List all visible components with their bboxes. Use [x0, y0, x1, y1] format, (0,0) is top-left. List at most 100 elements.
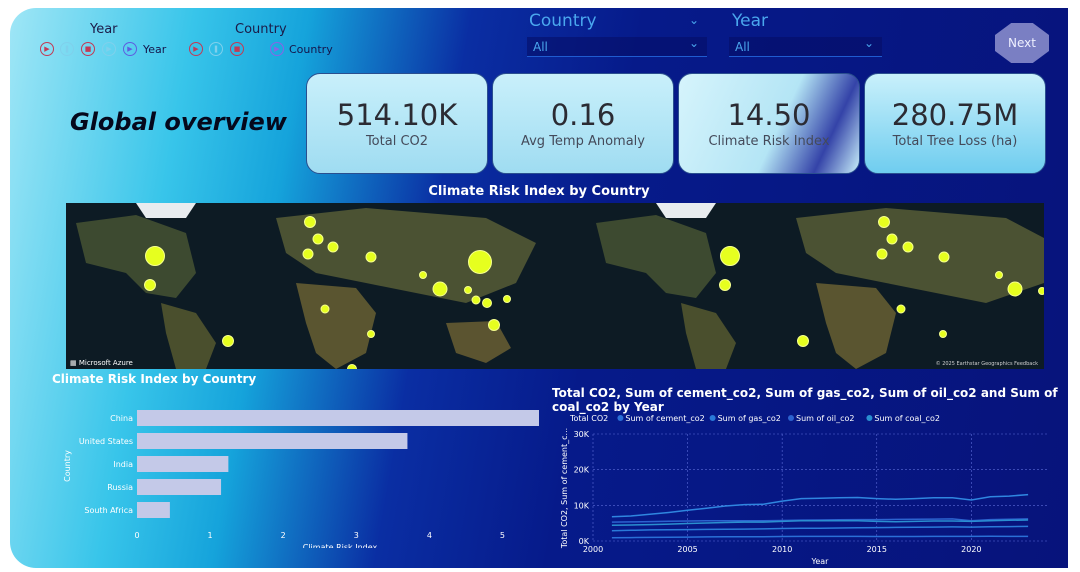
year-dropdown[interactable]: All: [729, 37, 882, 57]
map-bubble[interactable]: [720, 246, 740, 266]
next-button[interactable]: Next: [995, 23, 1049, 63]
series-line[interactable]: [611, 493, 1029, 518]
series-line[interactable]: [611, 535, 1029, 539]
map-bubble[interactable]: [464, 286, 472, 294]
line-chart[interactable]: Total CO2 Sum of cement_co2 Sum of gas_co2…: [550, 403, 1055, 565]
map-bubble[interactable]: [939, 330, 947, 338]
world-map-image: [66, 203, 1044, 369]
kpi-value: 514.10K: [336, 98, 458, 132]
series-line[interactable]: [611, 525, 1029, 532]
bar-category-label: India: [113, 460, 133, 469]
chevron-down-icon[interactable]: ⌄: [689, 36, 699, 50]
bar-chart-title: Climate Risk Index by Country: [52, 372, 257, 386]
kpi-label: Total Tree Loss (ha): [892, 134, 1018, 149]
kpi-card-total-co2: 514.10K Total CO2: [306, 73, 488, 174]
country-dropdown-value: All: [533, 40, 548, 54]
kpi-label: Avg Temp Anomaly: [520, 134, 645, 149]
x-tick-label: 1: [208, 531, 213, 540]
y-axis-label: Total CO2, Sum of cement_c...: [560, 428, 569, 549]
country-slicer-title: Country: [235, 22, 287, 37]
y-axis-label: Country: [63, 450, 72, 482]
bar-category-label: United States: [79, 437, 133, 446]
map-bubble[interactable]: [886, 233, 898, 245]
fast-forward-icon[interactable]: ▶: [270, 42, 284, 56]
kpi-value: 14.50: [727, 98, 811, 132]
map-bubble[interactable]: [902, 241, 914, 253]
map-bubble[interactable]: [482, 298, 492, 308]
stop-icon[interactable]: ■: [230, 42, 244, 56]
map-bubble[interactable]: [938, 251, 950, 263]
y-tick-label: 10K: [574, 501, 590, 510]
map-bubble[interactable]: [797, 335, 809, 347]
map-bubble[interactable]: [327, 241, 339, 253]
x-tick-label: 2010: [772, 545, 792, 554]
country-dropdown[interactable]: All: [527, 37, 707, 57]
kpi-card-avg-temp-anomaly: 0.16 Avg Temp Anomaly: [492, 73, 674, 174]
map-bubble[interactable]: [471, 295, 481, 305]
legend-item: Sum of oil_co2: [796, 414, 854, 423]
map-bubble[interactable]: [145, 246, 165, 266]
bar-chart[interactable]: China United States India Russia South Afric…: [50, 388, 540, 548]
pause-icon[interactable]: ❚: [209, 42, 223, 56]
kpi-value: 0.16: [550, 98, 616, 132]
map-brand: Microsoft Azure: [78, 359, 133, 367]
bar-category-label: South Africa: [84, 506, 133, 515]
legend-item: Sum of cement_co2: [625, 414, 704, 423]
kpi-label: Total CO2: [365, 134, 429, 149]
bar[interactable]: [137, 479, 222, 495]
chevron-down-icon[interactable]: ⌄: [864, 36, 874, 50]
map-bubble[interactable]: [312, 233, 324, 245]
x-tick-label: 0: [134, 531, 139, 540]
map-bubble[interactable]: [302, 248, 314, 260]
map-bubble[interactable]: [419, 271, 427, 279]
year-play-label: Year: [143, 43, 167, 56]
map-bubble[interactable]: [432, 281, 448, 297]
play-icon[interactable]: ▶: [40, 42, 54, 56]
map-credit[interactable]: © 2025 Earthstar Geographics Feedback: [936, 361, 1038, 367]
x-tick-label: 2020: [961, 545, 981, 554]
map-bubble[interactable]: [468, 250, 492, 274]
y-tick-label: 30K: [574, 430, 590, 439]
stop-icon[interactable]: ■: [81, 42, 95, 56]
year-slicer-title: Year: [90, 22, 118, 37]
map-title: Climate Risk Index by Country: [428, 184, 650, 199]
map-bubble[interactable]: [1007, 281, 1023, 297]
map-bubble[interactable]: [503, 295, 511, 303]
x-tick-label: 2005: [677, 545, 697, 554]
next-icon[interactable]: ▶: [102, 42, 116, 56]
year-dropdown-value: All: [735, 40, 750, 54]
bar[interactable]: [137, 410, 539, 426]
kpi-label: Climate Risk Index: [708, 134, 830, 149]
chevron-down-icon[interactable]: ⌄: [689, 13, 699, 27]
x-axis-label: Year: [811, 557, 830, 565]
climate-risk-map[interactable]: ▦ Microsoft Azure © 2025 Earthstar Geogr…: [66, 203, 1044, 369]
map-bubble[interactable]: [876, 248, 888, 260]
play-icon[interactable]: ▶: [189, 42, 203, 56]
map-bubble[interactable]: [320, 304, 330, 314]
report-canvas: Year Country ▶ ❚ ■ ▶ ▶ Year ▶ ❚ ■ ▶ Coun…: [10, 8, 1068, 568]
x-tick-label: 2015: [867, 545, 887, 554]
bar[interactable]: [137, 433, 408, 449]
map-bubble[interactable]: [719, 279, 731, 291]
fast-forward-icon[interactable]: ▶: [123, 42, 137, 56]
map-bubble[interactable]: [365, 251, 377, 263]
pause-icon[interactable]: ❚: [60, 42, 74, 56]
legend-marker: [788, 415, 794, 421]
bar[interactable]: [137, 456, 229, 472]
map-bubble[interactable]: [144, 279, 156, 291]
map-bubble[interactable]: [367, 330, 375, 338]
x-tick-label: 3: [354, 531, 359, 540]
page-title: Global overview: [70, 108, 287, 136]
map-bubble[interactable]: [304, 216, 316, 228]
map-bubble[interactable]: [488, 319, 500, 331]
map-bubble[interactable]: [1038, 287, 1044, 295]
map-bubble[interactable]: [222, 335, 234, 347]
map-bubble[interactable]: [878, 216, 890, 228]
map-bubble[interactable]: [995, 271, 1003, 279]
x-tick-label: 2000: [583, 545, 603, 554]
legend-marker: [617, 415, 624, 421]
x-tick-label: 5: [500, 531, 505, 540]
bar[interactable]: [137, 502, 170, 518]
map-bubble[interactable]: [896, 304, 906, 314]
map-bubble[interactable]: [347, 364, 357, 369]
